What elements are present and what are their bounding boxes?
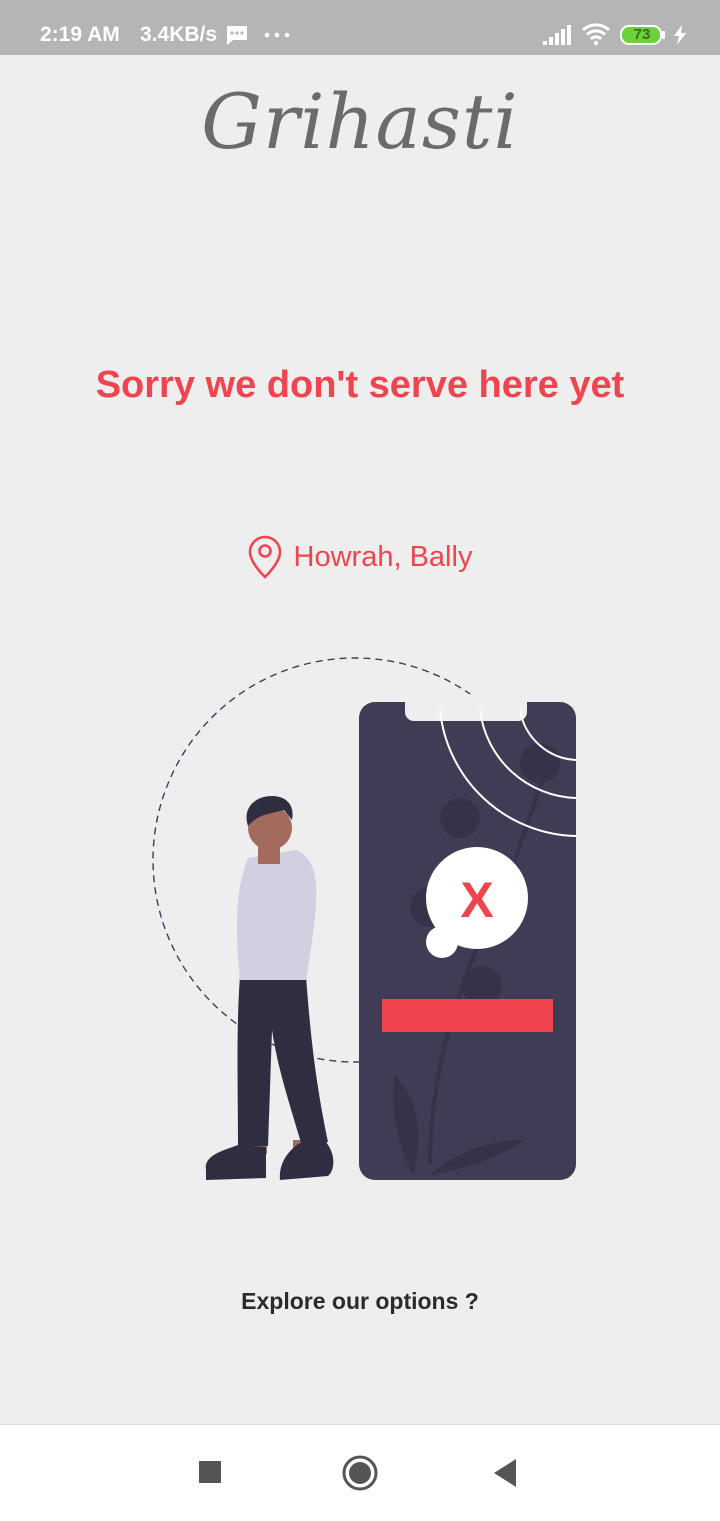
recent-apps-icon[interactable] [196,1455,224,1491]
location-row[interactable]: Howrah, Bally [0,532,720,582]
status-bar: 2:19 AM 3.4KB/s 73 [0,0,720,55]
person-figure [205,796,334,1180]
status-net-speed: 3.4KB/s [140,23,218,46]
location-text: Howrah, Bally [293,540,473,573]
explore-options-link[interactable]: Explore our options ? [0,1288,720,1315]
home-icon[interactable] [340,1455,380,1491]
brand-logo: Grihasti [201,77,519,166]
phone-graphic: X [359,694,577,1180]
signal-icon [543,25,571,45]
no-service-illustration: X [152,657,577,1180]
not-served-headline: Sorry we don't serve here yet [95,364,625,406]
error-bar [382,999,553,1032]
navigation-bar [0,1424,720,1521]
location-pin-icon [248,535,281,579]
message-icon [227,26,247,45]
back-icon[interactable] [490,1455,522,1491]
charging-icon [674,25,686,45]
status-time: 2:19 AM [40,23,120,46]
battery-level: 73 [633,26,651,43]
wifi-icon [581,23,611,46]
more-dots-icon [264,32,290,38]
error-x-icon: X [460,872,493,928]
